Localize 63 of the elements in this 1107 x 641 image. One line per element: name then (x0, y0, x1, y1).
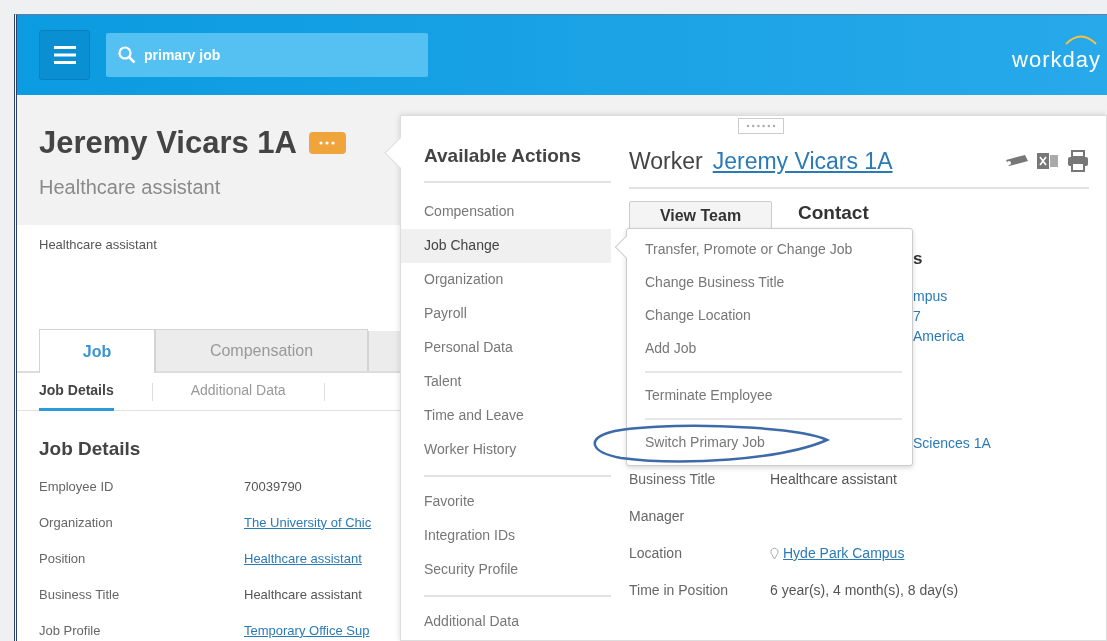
field-label: Employee ID (39, 477, 115, 496)
field-link[interactable]: Temporary Office Sup (244, 620, 370, 641)
submenu-item[interactable]: Transfer, Promote or Change Job (645, 239, 853, 260)
ellipsis-icon (318, 140, 337, 145)
section-heading: Job Details (39, 438, 141, 459)
action-item[interactable]: Worker History (401, 432, 611, 467)
link-fragment[interactable]: 7 (913, 306, 921, 326)
search-icon (118, 46, 136, 64)
action-item[interactable]: Integration IDs (401, 518, 611, 553)
worker-name: Jeremy Vicars 1A (39, 127, 297, 158)
field-label: Manager (629, 507, 686, 526)
field-value: 6 year(s), 4 month(s), 8 day(s) (770, 581, 959, 600)
action-item[interactable]: Favorite (401, 484, 611, 519)
tab[interactable]: Job (39, 329, 155, 373)
submenu-item[interactable]: Change Business Title (645, 272, 785, 293)
summary-text: Healthcare assistant (39, 237, 157, 252)
submenu-item[interactable]: Add Job (645, 338, 697, 359)
field-label: Job Profile (39, 621, 102, 640)
field-link[interactable]: The University of Chic (244, 512, 372, 533)
field-value: Healthcare assistant (244, 585, 362, 604)
worker-title: Healthcare assistant (39, 175, 222, 200)
action-item[interactable]: Time and Leave (401, 398, 611, 433)
field-label: Business Title (39, 585, 121, 604)
view-team-button[interactable]: View Team (629, 200, 772, 231)
card-label: Worker (629, 147, 703, 176)
actions-heading: Available Actions (424, 145, 581, 166)
subtab[interactable]: Job Details (39, 372, 114, 411)
submenu-item[interactable]: Terminate Employee (645, 385, 773, 406)
link-fragment[interactable]: America (913, 326, 965, 346)
action-item[interactable]: Security Profile (401, 552, 611, 587)
action-item[interactable]: Compensation (401, 194, 611, 229)
field-label: Location (629, 544, 683, 563)
heading-fragment: s (913, 249, 923, 269)
logo: workday (1012, 34, 1101, 76)
menu-button[interactable] (39, 30, 90, 80)
field-value: Healthcare assistant (770, 470, 897, 489)
dots-icon (746, 124, 776, 128)
field-value: 70039790 (244, 477, 302, 496)
worker-link[interactable]: Jeremy Vicars 1A (712, 144, 893, 179)
contact-heading: Contact (798, 202, 869, 224)
link-fragment[interactable]: Sciences 1A (913, 433, 991, 453)
field-label: Time in Position (629, 581, 730, 600)
location-link[interactable]: Hyde Park Campus (783, 543, 905, 564)
pin-icon (770, 547, 779, 560)
submenu-item[interactable]: Change Location (645, 305, 751, 326)
action-item[interactable]: Job Change (401, 228, 611, 263)
spreadsheet-icon[interactable] (1037, 151, 1059, 172)
tag-icon[interactable] (1005, 154, 1029, 169)
subtab[interactable]: Additional Data (190, 372, 286, 411)
action-item[interactable]: Talent (401, 364, 611, 399)
menu-icon (53, 45, 76, 65)
action-item[interactable]: Personal Data (401, 330, 611, 365)
action-item[interactable]: Organization (401, 262, 611, 297)
action-item[interactable]: Additional Data (401, 604, 611, 639)
drag-handle[interactable] (738, 118, 784, 134)
action-item[interactable]: Payroll (401, 296, 611, 331)
field-label: Business Title (629, 470, 717, 489)
field-label: Organization (39, 513, 114, 532)
print-icon[interactable] (1067, 150, 1089, 173)
link-fragment[interactable]: mpus (913, 286, 948, 306)
tab[interactable]: Compensation (155, 329, 368, 371)
field-link[interactable]: Healthcare assistant (244, 548, 362, 569)
field-label: Position (39, 549, 87, 568)
